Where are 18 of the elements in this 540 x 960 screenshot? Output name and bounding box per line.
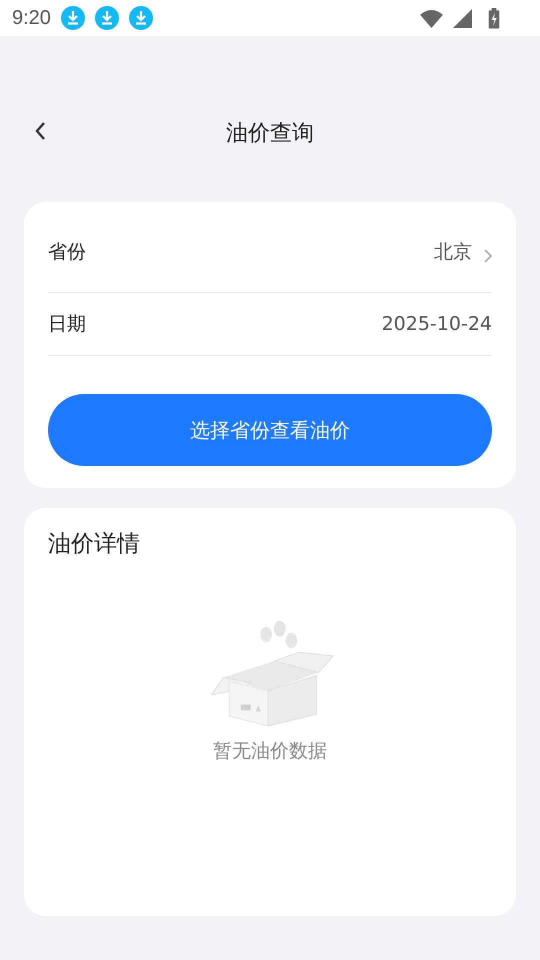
download-icon xyxy=(128,6,153,30)
row-value: 2025-10-24 xyxy=(382,313,492,335)
wifi-icon xyxy=(420,8,443,28)
status-time: 9:20 xyxy=(12,6,51,30)
download-icon xyxy=(94,6,119,30)
signal-icon xyxy=(453,8,472,28)
download-icon xyxy=(60,6,85,30)
row-label: 日期 xyxy=(48,312,87,337)
chevron-icon xyxy=(484,249,492,263)
back-icon xyxy=(34,121,46,141)
battery-icon xyxy=(488,8,500,28)
empty-state-text: 暂无油价数据 xyxy=(213,739,327,764)
row-value: 北京 xyxy=(434,240,472,265)
page-title: 油价查询 xyxy=(226,120,314,148)
form-row[interactable]: 省份 北京 xyxy=(48,212,492,293)
section-title: 油价详情 xyxy=(48,530,141,559)
row-label: 省份 xyxy=(48,240,87,265)
select-province-button[interactable]: 选择省份查看油价 xyxy=(48,394,492,466)
